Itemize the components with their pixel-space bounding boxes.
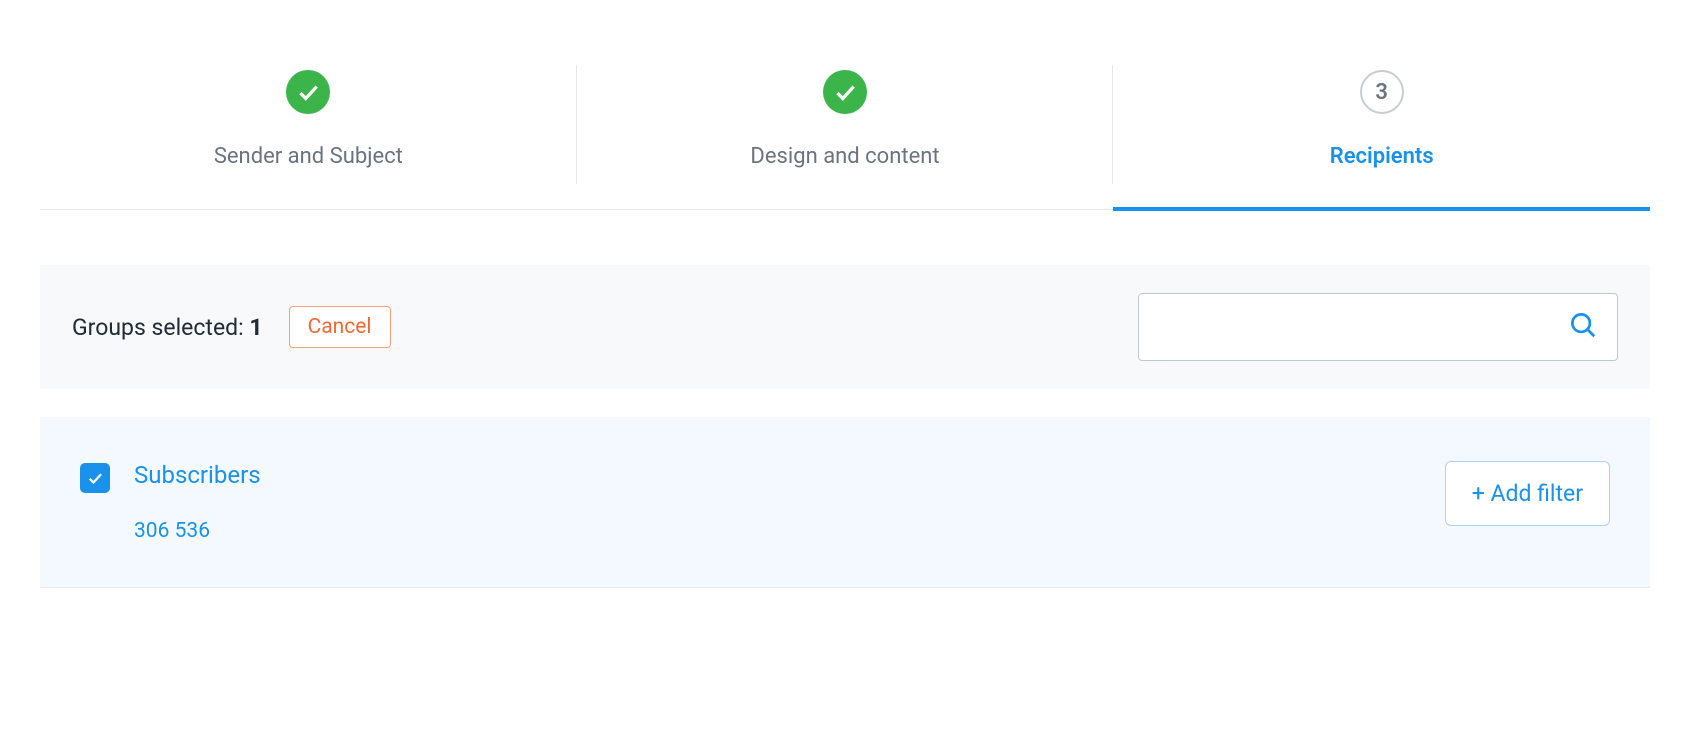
stepper: Sender and Subject Design and content 3 … xyxy=(40,40,1650,210)
cancel-button[interactable]: Cancel xyxy=(289,306,391,348)
step-design-content[interactable]: Design and content xyxy=(577,40,1114,209)
group-name[interactable]: Subscribers xyxy=(134,461,261,489)
step-label: Sender and Subject xyxy=(214,144,403,169)
group-row: Subscribers 306 536 + Add filter xyxy=(40,417,1650,588)
groups-selected-text: Groups selected: 1 xyxy=(72,314,263,341)
selection-bar: Groups selected: 1 Cancel xyxy=(40,265,1650,389)
add-filter-button[interactable]: + Add filter xyxy=(1445,461,1610,526)
step-sender-subject[interactable]: Sender and Subject xyxy=(40,40,577,209)
step-number-icon: 3 xyxy=(1360,70,1404,114)
check-icon xyxy=(286,70,330,114)
step-recipients[interactable]: 3 Recipients xyxy=(1113,40,1650,209)
search-input[interactable] xyxy=(1138,293,1618,361)
step-label: Design and content xyxy=(750,144,939,169)
group-count: 306 536 xyxy=(134,519,261,543)
step-label: Recipients xyxy=(1330,144,1434,169)
group-checkbox[interactable] xyxy=(80,463,110,493)
check-icon xyxy=(823,70,867,114)
